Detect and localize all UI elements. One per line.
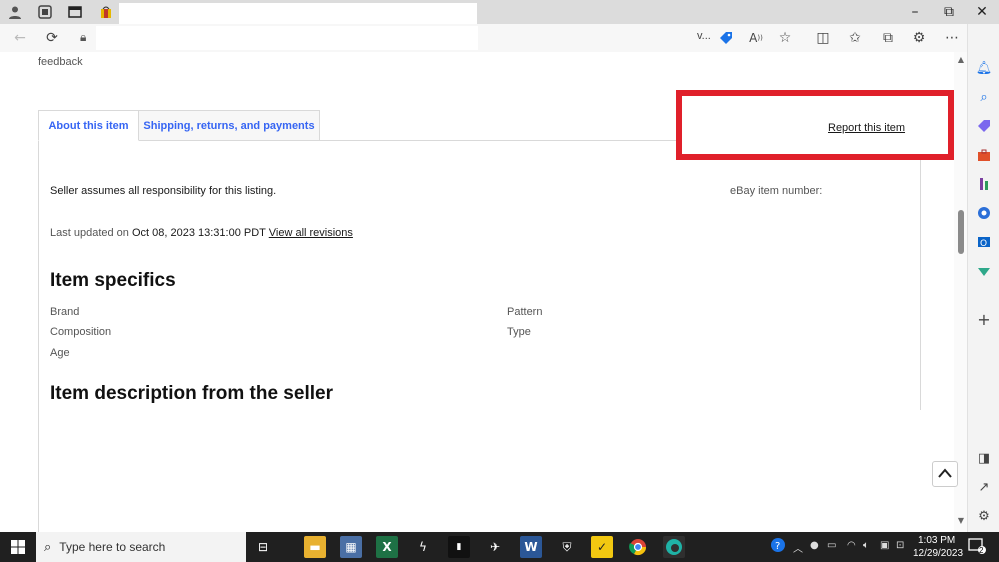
drop-icon[interactable]	[974, 261, 994, 281]
taskbar-search-box[interactable]: ⌕ Type here to search	[36, 532, 246, 562]
split-screen-icon[interactable]: ◫	[812, 28, 834, 48]
tray-chevron-icon[interactable]: ︿	[793, 540, 803, 555]
airplane-app-icon[interactable]: ✈	[484, 536, 506, 558]
antivirus-tray-icon[interactable]: ●	[810, 540, 819, 551]
profile-icon[interactable]	[6, 3, 24, 21]
outlook-icon[interactable]: O	[974, 232, 994, 252]
active-tab[interactable]	[119, 3, 477, 24]
favorite-star-icon[interactable]: ☆	[774, 28, 796, 48]
item-specifics-heading: Item specifics	[50, 270, 176, 291]
taskbar-time[interactable]: 1:03 PM	[918, 535, 955, 546]
search-icon[interactable]: ⌕	[974, 87, 994, 107]
last-updated-line: Last updated on Oct 08, 2023 13:31:00 PD…	[50, 227, 353, 239]
chrome-icon[interactable]	[627, 536, 649, 558]
highlight-box	[676, 90, 954, 160]
content-border	[38, 140, 39, 532]
browser-toolbar: ← ⟳ 🔒︎ v... A)) ☆ ◫ ✩ ⧉ ⚙ ⋯	[0, 24, 999, 52]
lock-icon: 🔒︎	[80, 30, 87, 44]
scroll-up-arrow-icon[interactable]: ▲	[955, 55, 967, 65]
help-icon[interactable]: ?	[770, 537, 786, 556]
terminal-icon[interactable]: ▮	[448, 536, 470, 558]
external-link-icon[interactable]: ↗	[974, 477, 994, 497]
back-button[interactable]: ←	[9, 28, 31, 48]
report-item-link[interactable]: Report this item	[828, 122, 905, 134]
edge-taskbar-icon[interactable]	[663, 536, 685, 558]
microsoft-365-icon[interactable]	[974, 203, 994, 223]
network-icon[interactable]: ◠	[847, 540, 856, 551]
svg-text:O: O	[980, 239, 987, 249]
calculator-icon[interactable]: ▦	[340, 536, 362, 558]
tab-actions-icon[interactable]	[66, 3, 84, 21]
favorites-icon[interactable]: ✩	[844, 28, 866, 48]
page-scrollbar[interactable]	[954, 52, 967, 532]
spec-label-composition: Composition	[50, 326, 112, 338]
scrollbar-thumb[interactable]	[958, 210, 964, 254]
language-icon[interactable]: ⊡	[896, 540, 904, 551]
shopping-bag-icon[interactable]	[97, 3, 115, 21]
coupon-tag-icon[interactable]	[715, 28, 737, 48]
notification-count-badge: 2	[979, 546, 984, 555]
sidebar-layout-icon[interactable]: ◨	[974, 448, 994, 468]
collections-icon[interactable]: ⧉	[877, 28, 899, 48]
shopping-tag-icon[interactable]	[974, 116, 994, 136]
close-button[interactable]: ✕	[965, 0, 999, 24]
feedback-text: feedback	[38, 56, 83, 68]
spec-label-age: Age	[50, 347, 70, 359]
more-menu-icon[interactable]: ⋯	[941, 28, 963, 48]
battery-icon[interactable]: ▭	[827, 540, 836, 551]
tab-about-this-item[interactable]: About this item	[38, 110, 139, 141]
minimize-button[interactable]: –	[898, 0, 932, 24]
view-all-revisions-link[interactable]: View all revisions	[269, 227, 353, 239]
games-icon[interactable]	[974, 174, 994, 194]
tab-shipping-returns-payments[interactable]: Shipping, returns, and payments	[139, 110, 320, 141]
svg-text:?: ?	[775, 541, 780, 552]
taskbar-search-placeholder: Type here to search	[59, 540, 166, 554]
sidebar-settings-icon[interactable]: ⚙	[974, 506, 994, 526]
address-fragment: v...	[697, 30, 711, 42]
notification-bell-icon[interactable]: 🔔︎	[974, 58, 994, 78]
excel-icon[interactable]: X	[376, 536, 398, 558]
back-to-top-button[interactable]	[932, 461, 958, 487]
word-icon[interactable]: W	[520, 536, 542, 558]
maximize-button[interactable]: ⧉	[932, 0, 966, 24]
taskbar-date[interactable]: 12/29/2023	[913, 548, 963, 559]
address-bar[interactable]: 🔒︎	[80, 26, 478, 50]
content-border	[920, 140, 921, 410]
search-icon: ⌕	[44, 539, 52, 555]
ebay-item-number-label: eBay item number:	[730, 185, 823, 197]
tools-briefcase-icon[interactable]	[974, 145, 994, 165]
last-updated-prefix: Last updated on	[50, 227, 129, 239]
start-button[interactable]	[0, 532, 36, 562]
task-view-icon[interactable]: ⊟	[252, 536, 274, 558]
workspaces-icon[interactable]	[36, 3, 54, 21]
scroll-down-arrow-icon[interactable]: ▼	[955, 516, 967, 526]
last-updated-date: Oct 08, 2023 13:31:00 PDT	[131, 227, 266, 239]
read-aloud-icon[interactable]: A))	[745, 28, 767, 48]
add-sidebar-app-icon[interactable]: +	[974, 309, 994, 329]
refresh-button[interactable]: ⟳	[41, 28, 63, 48]
edge-sidebar: 🔔︎ ⌕ O + ◨ ↗ ⚙	[967, 24, 999, 532]
seller-responsibility-text: Seller assumes all responsibility for th…	[50, 185, 277, 197]
extensions-icon[interactable]: ⚙	[908, 28, 930, 48]
file-explorer-icon[interactable]: ▬	[304, 536, 326, 558]
volume-icon[interactable]: 🔈︎	[863, 540, 869, 551]
windows-logo-icon	[11, 540, 25, 554]
browser-titlebar: – ⧉ ✕	[0, 0, 999, 24]
power-automate-icon[interactable]: ϟ	[412, 536, 434, 558]
security-shield-icon[interactable]: ⛨	[556, 536, 578, 558]
spec-label-pattern: Pattern	[507, 306, 543, 318]
item-description-heading: Item description from the seller	[50, 383, 333, 404]
spec-label-type: Type	[507, 326, 531, 338]
display-icon[interactable]: ▣	[880, 540, 889, 551]
chevron-up-icon	[938, 466, 952, 482]
sticky-check-icon[interactable]: ✓	[591, 536, 613, 558]
spec-label-brand: Brand	[50, 306, 80, 318]
